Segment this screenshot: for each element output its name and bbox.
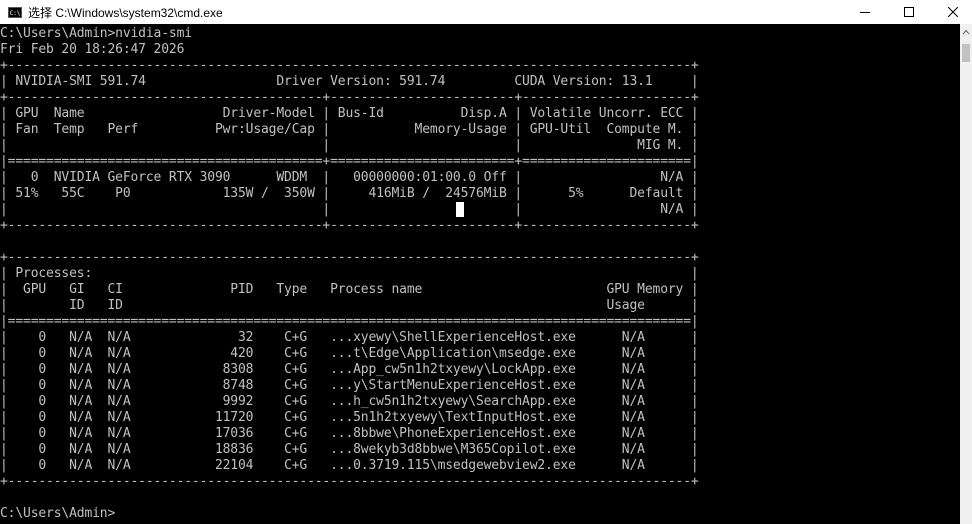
scrollbar-thumb[interactable] <box>962 44 970 62</box>
console-line: | 0 N/A N/A 420 C+G ...t\Edge\Applicatio… <box>0 346 699 361</box>
vertical-scrollbar[interactable] <box>960 24 972 524</box>
console-line: | Processes: | <box>0 266 699 281</box>
console-line: | 0 N/A N/A 32 C+G ...xyewy\ShellExperie… <box>0 330 699 345</box>
scroll-up-button[interactable] <box>960 26 972 38</box>
console-line: | | | N/A | <box>0 202 699 217</box>
console-line: | 51% 55C P0 135W / 350W | 416MiB / 2457… <box>0 186 699 201</box>
console-line: +---------------------------------------… <box>0 250 699 265</box>
close-button[interactable] <box>930 0 972 24</box>
close-icon <box>948 7 958 17</box>
console-line: +---------------------------------------… <box>0 474 699 489</box>
console-line: +---------------------------------------… <box>0 58 699 73</box>
console-line: | 0 N/A N/A 8748 C+G ...y\StartMenuExper… <box>0 378 699 393</box>
title-bar[interactable]: C:\ 选择 C:\Windows\system32\cmd.exe <box>0 0 972 24</box>
console-line: |=======================================… <box>0 154 699 169</box>
console-line: | 0 NVIDIA GeForce RTX 3090 WDDM | 00000… <box>0 170 699 185</box>
console-line: | 0 N/A N/A 11720 C+G ...5n1h2txyewy\Tex… <box>0 410 699 425</box>
console-line: | 0 N/A N/A 22104 C+G ...0.3719.115\msed… <box>0 458 699 473</box>
cmd-window: C:\ 选择 C:\Windows\system32\cmd.exe C:\Us… <box>0 0 972 524</box>
console-line: | 0 N/A N/A 18836 C+G ...8wekyb3d8bbwe\M… <box>0 442 699 457</box>
text-cursor <box>456 202 464 217</box>
console-line: |=======================================… <box>0 314 699 329</box>
console-text: C:\Users\Admin>nvidia-smi Fri Feb 20 18:2… <box>0 24 960 522</box>
console-output[interactable]: C:\Users\Admin>nvidia-smi Fri Feb 20 18:2… <box>0 24 960 524</box>
console-line: | GPU GI CI PID Type Process name GPU Me… <box>0 282 699 297</box>
window-title: 选择 C:\Windows\system32\cmd.exe <box>28 5 223 20</box>
maximize-icon <box>904 7 914 17</box>
console-line: | NVIDIA-SMI 591.74 Driver Version: 591.… <box>0 74 699 89</box>
console-line: | Fan Temp Perf Pwr:Usage/Cap | Memory-U… <box>0 122 699 137</box>
console-line: | 0 N/A N/A 17036 C+G ...8bbwe\PhoneExpe… <box>0 426 699 441</box>
console-line: | 0 N/A N/A 8308 C+G ...App_cw5n1h2txyew… <box>0 362 699 377</box>
console-line: +---------------------------------------… <box>0 218 699 233</box>
console-line: Fri Feb 20 18:26:47 2026 <box>0 42 185 57</box>
console-line: | GPU Name Driver-Model | Bus-Id Disp.A … <box>0 106 699 121</box>
scroll-up-arrow-icon <box>962 29 970 35</box>
console-line: +---------------------------------------… <box>0 90 699 105</box>
maximize-button[interactable] <box>886 0 932 24</box>
console-line: | 0 N/A N/A 9992 C+G ...h_cw5n1h2txyewy\… <box>0 394 699 409</box>
console-line: | | | MIG M. | <box>0 138 699 153</box>
cmd-app-icon[interactable]: C:\ <box>8 6 22 18</box>
console-line: | ID ID Usage | <box>0 298 699 313</box>
console-line: C:\Users\Admin> <box>0 506 116 521</box>
minimize-button[interactable] <box>842 0 888 24</box>
console-line: C:\Users\Admin>nvidia-smi <box>0 26 192 41</box>
minimize-icon <box>860 12 870 13</box>
